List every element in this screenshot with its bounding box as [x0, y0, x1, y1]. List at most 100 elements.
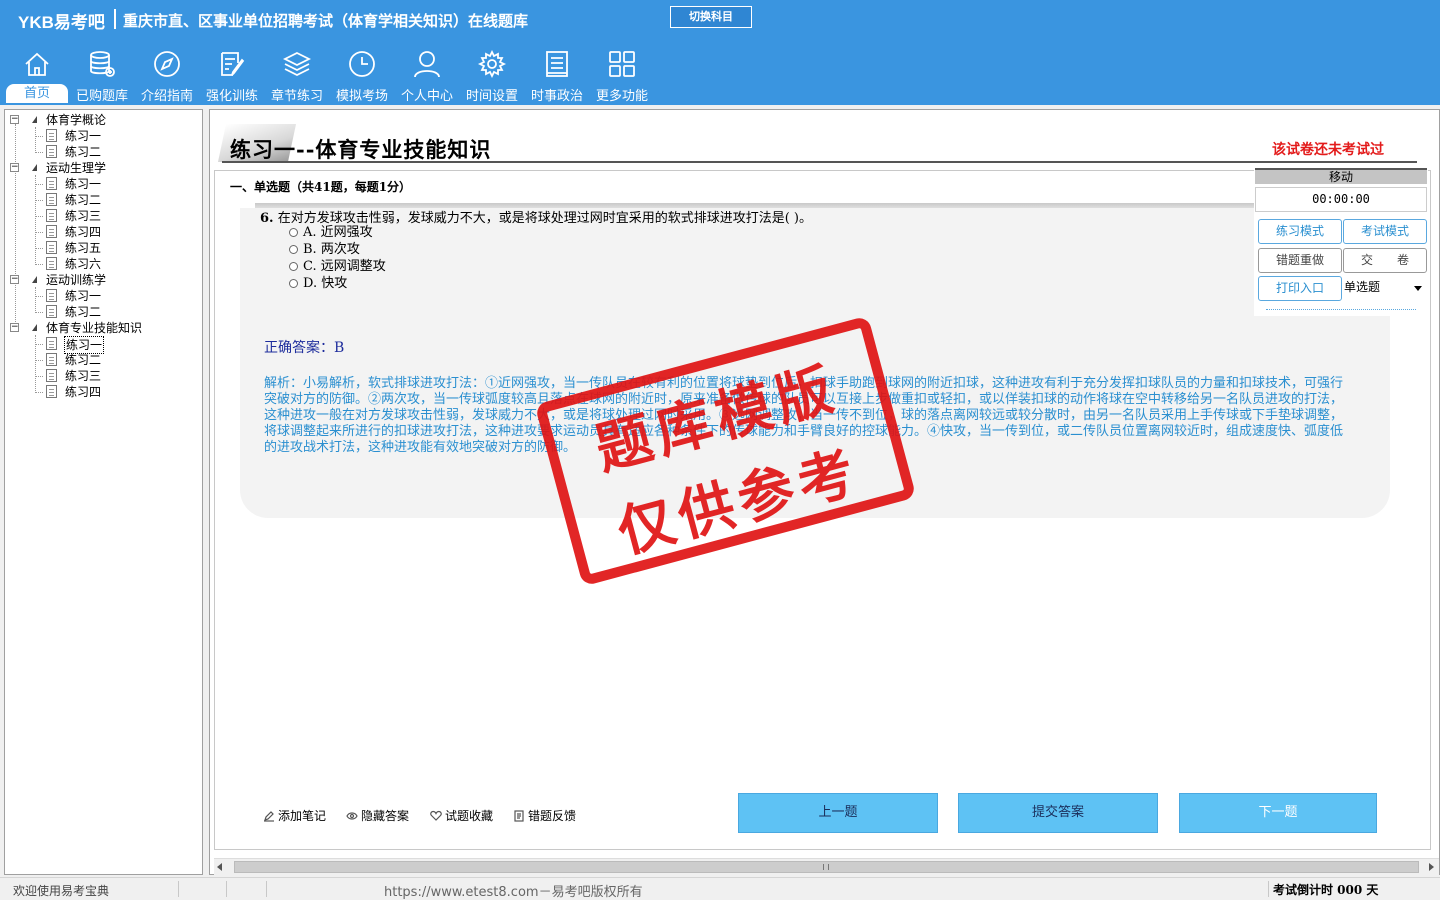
- tree-connector: [35, 287, 36, 313]
- nav-label: 个人中心: [400, 89, 453, 104]
- nav-current-affairs[interactable]: 时事政治: [526, 45, 588, 105]
- status-divider: [266, 881, 267, 897]
- user-icon: [414, 51, 440, 78]
- collapse-toggle-icon[interactable]: −: [10, 323, 19, 332]
- option-c[interactable]: C. 远网调整攻: [289, 259, 386, 275]
- collapse-toggle-icon[interactable]: −: [10, 163, 19, 172]
- nav-chapter[interactable]: 章节练习: [266, 45, 328, 105]
- question-text: 6. 在对方发球攻击性弱，发球威力不大，或是将球处理过网时宜采用的软式排球进攻打…: [260, 207, 812, 226]
- tree-group-label: 体育学概论: [46, 113, 107, 127]
- exam-status: 该试卷还未考试过: [1272, 142, 1384, 158]
- submit-paper-button[interactable]: 交 卷: [1343, 248, 1427, 273]
- radio-button[interactable]: [289, 279, 298, 288]
- add-note-label: 添加笔记: [278, 809, 327, 823]
- status-divider: [178, 881, 179, 897]
- radio-button[interactable]: [289, 262, 298, 271]
- document-icon: [46, 385, 57, 398]
- question-stem: 在对方发球攻击性弱，发球威力不大，或是将球处理过网时宜采用的软式排球进攻打法是(…: [277, 211, 812, 226]
- expanded-triangle-icon: [32, 276, 37, 283]
- document-icon: [46, 209, 57, 222]
- scroll-thumb[interactable]: [234, 861, 1419, 873]
- nav-time-settings[interactable]: 时间设置: [461, 45, 523, 105]
- eye-icon: [346, 812, 358, 820]
- nav-training[interactable]: 强化训练: [201, 45, 263, 105]
- home-icon: [25, 52, 49, 76]
- feedback-button[interactable]: 错题反馈: [513, 807, 576, 824]
- copyright-text: https://www.etest8.com－易考吧版权所有: [384, 885, 643, 900]
- document-icon: [46, 241, 57, 254]
- database-icon: [90, 51, 115, 77]
- gear-icon: [477, 49, 507, 79]
- nav-label: 强化训练: [205, 89, 258, 104]
- document-icon: [46, 289, 57, 302]
- nav-home[interactable]: 首页: [6, 45, 68, 105]
- tree-connector: [35, 216, 43, 217]
- tree-connector: [35, 344, 43, 345]
- option-d[interactable]: D. 快攻: [289, 276, 347, 292]
- tree-connector: [35, 376, 43, 377]
- exam-countdown: 考试倒计时 000 天: [1273, 883, 1379, 897]
- scroll-right-icon[interactable]: [1429, 863, 1434, 871]
- nav-label: 时间设置: [465, 89, 518, 104]
- status-divider: [1268, 881, 1269, 897]
- expanded-triangle-icon: [32, 116, 37, 123]
- switch-subject-button[interactable]: 切换科目: [670, 6, 752, 28]
- tree-connector: [35, 264, 43, 265]
- submit-answer-button[interactable]: 提交答案: [958, 793, 1158, 833]
- option-label: C. 远网调整攻: [303, 259, 386, 274]
- horizontal-scrollbar[interactable]: [214, 858, 1439, 875]
- heart-icon: [430, 810, 442, 821]
- tree-leaf-label: 练习六: [65, 257, 102, 271]
- move-handle[interactable]: 移动: [1255, 168, 1427, 184]
- nav-mock-exam[interactable]: 模拟考场: [331, 45, 393, 105]
- tree-leaf-label: 练习三: [65, 369, 102, 383]
- hide-answer-button[interactable]: 隐藏答案: [346, 807, 409, 824]
- document-icon: [46, 193, 57, 206]
- document-icon: [46, 369, 57, 382]
- answer-analysis: 解析：小易解析，软式排球进攻打法：①近网强攻，当一传队员在较有利的位置将球垫到位…: [264, 376, 1344, 455]
- scroll-left-icon[interactable]: [217, 863, 222, 871]
- option-label: D. 快攻: [303, 276, 348, 291]
- question-content[interactable]: 一、单选题（共41题，每题1分） 6. 在对方发球攻击性弱，发球威力不大，或是将…: [214, 170, 1431, 850]
- add-note-button[interactable]: 添加笔记: [263, 807, 326, 824]
- tree-leaf-label: 练习四: [65, 385, 102, 399]
- redo-wrong-button[interactable]: 错题重做: [1258, 248, 1342, 273]
- print-entry-button[interactable]: 打印入口: [1258, 276, 1342, 301]
- tree-group-label: 体育专业技能知识: [46, 321, 143, 335]
- tree-leaf-label: 练习二: [65, 193, 102, 207]
- radio-button[interactable]: [289, 245, 298, 254]
- tree-group-label: 运动训练学: [46, 273, 107, 287]
- favorite-button[interactable]: 试题收藏: [430, 807, 493, 824]
- tree-connector: [35, 175, 36, 265]
- tree-connector: [35, 312, 43, 313]
- nav-guide[interactable]: 介绍指南: [136, 45, 198, 105]
- feedback-label: 错题反馈: [528, 809, 577, 823]
- document-icon: [46, 305, 57, 318]
- document-icon: [46, 353, 57, 366]
- practice-mode-button[interactable]: 练习模式: [1258, 219, 1342, 244]
- question-card: [240, 208, 1390, 518]
- app-title: 重庆市直、区事业单位招聘考试（体育学相关知识）在线题库: [123, 12, 529, 30]
- tree-connector: [35, 360, 43, 361]
- collapse-toggle-icon[interactable]: −: [10, 115, 19, 124]
- option-b[interactable]: B. 两次攻: [289, 242, 360, 258]
- radio-button[interactable]: [289, 228, 298, 237]
- correct-answer: 正确答案：B: [264, 340, 345, 356]
- nav-personal[interactable]: 个人中心: [396, 45, 458, 105]
- title-bar: YKB易考吧 重庆市直、区事业单位招聘考试（体育学相关知识）在线题库 切换科目: [0, 0, 1440, 38]
- question-type-select[interactable]: 单选题: [1342, 276, 1428, 301]
- tree-leaf-label: 练习一: [65, 177, 102, 191]
- exam-mode-button[interactable]: 考试模式: [1343, 219, 1427, 244]
- status-bar: 欢迎使用易考宝典 https://www.etest8.com－易考吧版权所有 …: [0, 877, 1440, 900]
- collapse-toggle-icon[interactable]: −: [10, 275, 19, 284]
- page-title: 练习一--体育专业技能知识: [230, 137, 492, 162]
- next-question-button[interactable]: 下一题: [1179, 793, 1377, 833]
- compass-icon: [154, 51, 180, 77]
- nav-purchased[interactable]: 已购题库: [71, 45, 133, 105]
- prev-question-button[interactable]: 上一题: [738, 793, 938, 833]
- option-a[interactable]: A. 近网强攻: [289, 225, 373, 241]
- tree-leaf-label: 练习二: [65, 305, 102, 319]
- nav-more[interactable]: 更多功能: [591, 45, 653, 105]
- tree-connector: [35, 200, 43, 201]
- tree-connector: [35, 248, 43, 249]
